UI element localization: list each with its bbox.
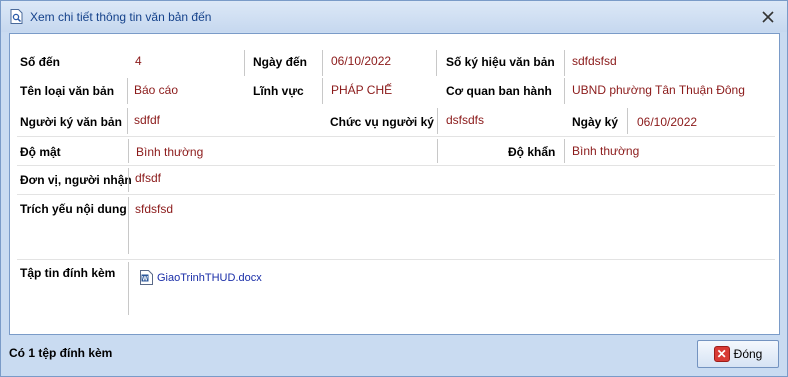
word-doc-icon: W — [140, 270, 153, 285]
row-divider — [17, 165, 775, 166]
column-divider — [128, 262, 129, 315]
attachment-link[interactable]: W GiaoTrinhTHUD.docx — [140, 270, 262, 285]
column-divider — [627, 108, 628, 134]
row-divider — [17, 259, 775, 260]
linh-vuc-value: PHÁP CHẾ — [331, 83, 393, 97]
do-mat-value: Bình thường — [136, 145, 204, 159]
ten-loai-label: Tên loại văn bản — [20, 84, 115, 98]
column-divider — [128, 168, 129, 192]
close-icon[interactable] — [761, 10, 775, 24]
dialog-window: Xem chi tiết thông tin văn bản đến Số đế… — [0, 0, 788, 377]
co-quan-value: UBND phường Tân Thuận Đông — [572, 83, 745, 97]
nguoi-ky-value: sdfdf — [134, 113, 161, 127]
row-divider — [17, 136, 775, 137]
ngay-ky-value: 06/10/2022 — [637, 115, 698, 129]
ngay-den-value: 06/10/2022 — [331, 54, 392, 68]
column-divider — [322, 78, 323, 104]
window-title: Xem chi tiết thông tin văn bản đến — [30, 10, 212, 24]
tap-tin-label: Tập tin đính kèm — [20, 266, 116, 280]
column-divider — [127, 78, 128, 104]
do-khan-value: Bình thường — [572, 144, 640, 158]
close-icon: ✕ — [713, 346, 730, 362]
chuc-vu-label: Chức vụ người ký — [330, 115, 434, 129]
svg-text:W: W — [142, 277, 148, 283]
row-divider — [17, 194, 775, 195]
close-button-label: Đóng — [733, 347, 763, 361]
ten-loai-value: Báo cáo — [134, 83, 179, 97]
column-divider — [322, 50, 323, 76]
column-divider — [437, 108, 438, 134]
do-khan-label: Độ khẩn — [508, 145, 556, 159]
ngay-ky-label: Ngày ký — [572, 115, 619, 129]
don-vi-label: Đơn vị, người nhận — [20, 173, 132, 187]
column-divider — [564, 139, 565, 163]
title-bar[interactable]: Xem chi tiết thông tin văn bản đến — [1, 1, 787, 32]
trich-yeu-label: Trích yếu nội dung — [20, 202, 127, 216]
so-den-value: 4 — [135, 54, 142, 68]
attachment-filename[interactable]: GiaoTrinhTHUD.docx — [157, 272, 262, 284]
column-divider — [564, 50, 565, 76]
column-divider — [244, 50, 245, 76]
column-divider — [436, 50, 437, 76]
column-divider — [437, 139, 438, 163]
don-vi-value: dfsdf — [135, 171, 162, 185]
close-button[interactable]: ✕ Đóng — [697, 340, 779, 368]
chuc-vu-value: dsfsdfs — [446, 113, 485, 127]
trich-yeu-value: sfdsfsd — [135, 202, 174, 216]
attachment-count-status: Có 1 tệp đính kèm — [9, 346, 113, 360]
column-divider — [127, 108, 128, 134]
column-divider — [128, 197, 129, 254]
ngay-den-label: Ngày đến — [253, 55, 308, 69]
linh-vuc-label: Lĩnh vực — [253, 84, 304, 98]
so-den-label: Số đến — [20, 55, 61, 69]
co-quan-label: Cơ quan ban hành — [446, 84, 552, 98]
details-panel: Số đến 4 Ngày đến 06/10/2022 Số ký hiệu … — [9, 33, 780, 335]
so-ky-hieu-label: Số ký hiệu văn bản — [446, 55, 555, 69]
so-ky-hieu-value: sdfdsfsd — [572, 54, 617, 68]
column-divider — [564, 78, 565, 104]
do-mat-label: Độ mật — [20, 145, 61, 159]
nguoi-ky-label: Người ký văn bản — [20, 115, 122, 129]
document-search-icon — [10, 9, 23, 24]
column-divider — [128, 139, 129, 163]
